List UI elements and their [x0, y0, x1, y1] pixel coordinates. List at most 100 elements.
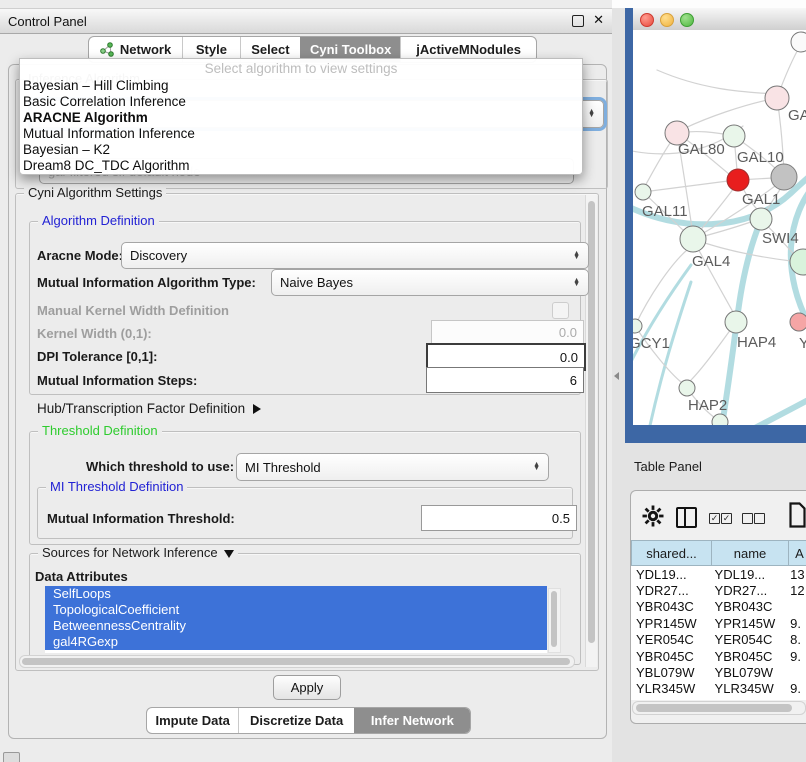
table-row[interactable]: YBR045CYBR045C9. [631, 648, 806, 664]
table-cell[interactable]: 9. [785, 681, 806, 696]
table-cell[interactable]: YIL052C [710, 698, 786, 700]
aracne-mode-combo[interactable]: Discovery ▲▼ [121, 242, 589, 269]
panel-splitter-arrow-icon[interactable] [614, 372, 619, 380]
network-node[interactable] [727, 169, 749, 191]
attribute-item[interactable]: gal4RGexp [45, 634, 547, 650]
attributes-vertical-scrollbar[interactable] [548, 588, 561, 653]
sources-group-label[interactable]: Sources for Network Inference [38, 545, 238, 560]
mi-steps-field[interactable]: 6 [426, 367, 584, 393]
table-cell[interactable]: YBL079W [710, 665, 786, 680]
attribute-item[interactable]: TopologicalCoefficient [45, 602, 547, 618]
float-window-icon[interactable] [572, 15, 584, 27]
data-attributes-list[interactable]: SelfLoopsTopologicalCoefficientBetweenne… [45, 586, 547, 653]
attribute-item[interactable]: SelfLoops [45, 586, 547, 602]
apply-button[interactable]: Apply [273, 675, 341, 700]
table-row[interactable]: YDR27...YDR27...12 [631, 582, 806, 598]
table-cell[interactable]: 8. [785, 632, 806, 647]
network-node[interactable] [765, 86, 789, 110]
network-node[interactable] [679, 380, 695, 396]
network-node[interactable] [791, 32, 806, 52]
mi-type-combo[interactable]: Naive Bayes ▲▼ [271, 269, 589, 296]
hub-definition-toggle[interactable]: Hub/Transcription Factor Definition [37, 401, 261, 416]
table-cell[interactable]: YDL19... [710, 567, 786, 582]
close-traffic-light[interactable] [640, 13, 654, 27]
table-column-header[interactable]: name [712, 540, 789, 566]
table-cell[interactable]: 12 [785, 583, 806, 598]
which-threshold-combo[interactable]: MI Threshold ▲▼ [236, 453, 549, 481]
table-row[interactable]: YIL052CYIL052C0. [631, 697, 806, 700]
table-row[interactable]: YLR345WYLR345W9. [631, 681, 806, 697]
table-cell[interactable]: YLR345W [631, 681, 710, 696]
kernel-width-field[interactable]: 0.0 [431, 320, 584, 345]
network-node[interactable] [771, 164, 797, 190]
table-cell[interactable]: YBR045C [710, 649, 786, 664]
zoom-traffic-light[interactable] [680, 13, 694, 27]
network-node[interactable] [680, 226, 706, 252]
network-node[interactable] [723, 125, 745, 147]
table-cell[interactable]: YBL079W [631, 665, 710, 680]
table-cell[interactable]: 13 [785, 567, 806, 582]
table-horizontal-scrollbar[interactable] [632, 701, 806, 715]
table-cell[interactable]: 9. [785, 649, 806, 664]
settings-horizontal-scrollbar[interactable] [19, 655, 575, 668]
table-row[interactable]: YER054CYER054C8. [631, 632, 806, 648]
dropdown-item[interactable]: Dream8 DC_TDC Algorithm [20, 158, 582, 174]
scrollbar-thumb[interactable] [551, 591, 557, 647]
scrollbar-thumb[interactable] [636, 704, 792, 712]
tab-impute-data[interactable]: Impute Data [147, 708, 238, 733]
table-cell[interactable]: YER054C [631, 632, 710, 647]
network-node[interactable] [633, 319, 642, 333]
scrollbar-thumb[interactable] [588, 201, 595, 643]
network-node[interactable] [750, 208, 772, 230]
checked-checkbox-icon[interactable]: ✓ [721, 513, 732, 524]
table-cell[interactable]: 9. [785, 616, 806, 631]
network-canvas[interactable]: GALGAL80GAL10GAL11GAL1SWI4GAL4GCY1HAP4YH… [633, 30, 806, 425]
node-label: GAL4 [692, 253, 730, 270]
scrollbar-thumb[interactable] [22, 658, 570, 665]
dropdown-item[interactable]: Basic Correlation Inference [20, 94, 582, 110]
table-cell[interactable]: YBR043C [710, 599, 786, 614]
table-cell[interactable]: YLR345W [710, 681, 786, 696]
unchecked-checkbox-icon[interactable] [742, 513, 753, 524]
table-row[interactable]: YDL19...YDL19...13 [631, 566, 806, 582]
network-window-titlebar[interactable] [633, 8, 806, 31]
network-node[interactable] [790, 313, 806, 331]
table-cell[interactable]: YPR145W [631, 616, 710, 631]
dropdown-item[interactable]: ARACNE Algorithm [20, 110, 582, 126]
minimize-traffic-light[interactable] [660, 13, 674, 27]
table-cell[interactable]: YPR145W [710, 616, 786, 631]
table-cell[interactable]: YER054C [710, 632, 786, 647]
table-cell[interactable]: YDL19... [631, 567, 710, 582]
table-row[interactable]: YPR145WYPR145W9. [631, 615, 806, 631]
attribute-item[interactable]: BetweennessCentrality [45, 618, 547, 634]
threshold-definition-label: Threshold Definition [38, 423, 162, 438]
table-cell[interactable]: 0. [785, 698, 806, 700]
mi-threshold-field[interactable]: 0.5 [421, 505, 577, 531]
tab-infer-network[interactable]: Infer Network [354, 708, 470, 733]
checked-checkbox-icon[interactable]: ✓ [709, 513, 720, 524]
network-node[interactable] [725, 311, 747, 333]
table-cell[interactable]: YBR045C [631, 649, 710, 664]
algorithm-dropdown-popup: Select algorithm to view settings Bayesi… [19, 58, 583, 175]
network-node[interactable] [712, 414, 728, 425]
table-cell[interactable]: YBR043C [631, 599, 710, 614]
document-icon[interactable] [789, 502, 806, 529]
table-cell[interactable]: YDR27... [710, 583, 786, 598]
table-cell[interactable]: YDR27... [631, 583, 710, 598]
panel-corner-icon[interactable] [3, 752, 20, 762]
unchecked-checkbox-icon[interactable] [754, 513, 765, 524]
dropdown-item[interactable]: Bayesian – Hill Climbing [20, 78, 582, 94]
close-icon[interactable]: ✕ [593, 12, 604, 28]
manual-kernel-checkbox[interactable] [552, 302, 569, 319]
dropdown-item[interactable]: Mutual Information Inference [20, 126, 582, 142]
dropdown-item[interactable]: Bayesian – K2 [20, 142, 582, 158]
network-node[interactable] [635, 184, 651, 200]
table-row[interactable]: YBR043CYBR043C [631, 599, 806, 615]
column-layout-icon[interactable] [676, 507, 697, 528]
tab-discretize-data[interactable]: Discretize Data [238, 708, 353, 733]
table-cell[interactable]: YIL052C [631, 698, 710, 700]
table-row[interactable]: YBL079WYBL079W [631, 664, 806, 680]
table-column-header[interactable]: shared... [631, 540, 712, 566]
table-column-header[interactable]: A [789, 540, 806, 566]
gear-icon[interactable] [642, 505, 664, 527]
